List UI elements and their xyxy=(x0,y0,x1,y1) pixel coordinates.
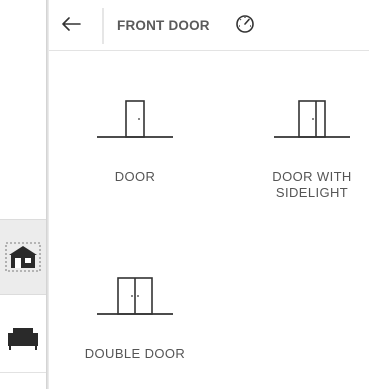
panel-title: FRONT DOOR xyxy=(117,18,210,33)
panel-header: FRONT DOOR xyxy=(49,0,369,51)
door-with-sidelight-icon xyxy=(252,98,369,145)
rail-divider xyxy=(0,372,46,373)
gauge-button[interactable] xyxy=(234,14,256,39)
house-icon xyxy=(5,242,41,272)
rail-item-sofa[interactable] xyxy=(0,300,46,376)
category-rail xyxy=(0,0,52,389)
app-root: FRONT DOOR DOOR DOOR WITH SIDELIGHT DOUB… xyxy=(0,0,369,389)
gauge-icon xyxy=(235,14,255,39)
option-door-with-sidelight-label: DOOR WITH SIDELIGHT xyxy=(272,169,352,200)
option-door[interactable]: DOOR xyxy=(75,98,195,185)
double-door-icon xyxy=(75,275,195,322)
arrow-left-icon xyxy=(61,16,81,36)
front-door-panel: FRONT DOOR DOOR DOOR WITH SIDELIGHT DOUB… xyxy=(49,0,369,389)
single-door-icon xyxy=(75,98,195,145)
option-door-with-sidelight[interactable]: DOOR WITH SIDELIGHT xyxy=(252,98,369,201)
option-double-door[interactable]: DOUBLE DOOR xyxy=(75,275,195,362)
header-separator xyxy=(102,8,104,44)
option-door-label: DOOR xyxy=(114,169,156,184)
option-double-door-label: DOUBLE DOOR xyxy=(84,346,186,361)
back-button[interactable] xyxy=(57,12,85,40)
rail-item-house[interactable] xyxy=(0,219,52,295)
sofa-icon xyxy=(5,324,41,352)
